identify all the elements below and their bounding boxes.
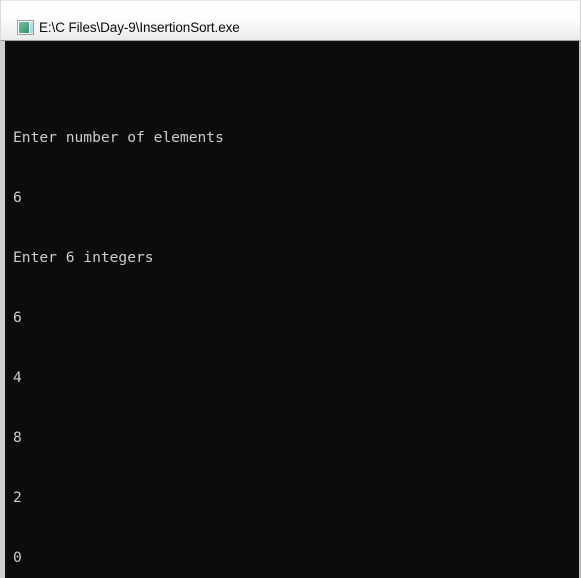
window-title-text: E:\C Files\Day-9\InsertionSort.exe	[39, 20, 240, 35]
console-text-buffer: Enter number of elements 6 Enter 6 integ…	[13, 88, 578, 578]
window-title-bar[interactable]: E:\C Files\Day-9\InsertionSort.exe	[0, 0, 581, 41]
console-line: Enter 6 integers	[13, 249, 154, 266]
console-icon-screen	[19, 22, 29, 33]
console-line: 6	[13, 189, 22, 206]
console-window-icon	[17, 20, 34, 35]
console-line: 2	[13, 489, 22, 506]
console-line: 0	[13, 549, 22, 566]
console-application-window: E:\C Files\Day-9\InsertionSort.exe Enter…	[0, 0, 581, 578]
console-line: 6	[13, 309, 22, 326]
console-output-area[interactable]: Enter number of elements 6 Enter 6 integ…	[0, 41, 581, 578]
console-line: Enter number of elements	[13, 129, 224, 146]
console-icon-strip	[30, 22, 33, 33]
console-line: 8	[13, 429, 22, 446]
console-line: 4	[13, 369, 22, 386]
